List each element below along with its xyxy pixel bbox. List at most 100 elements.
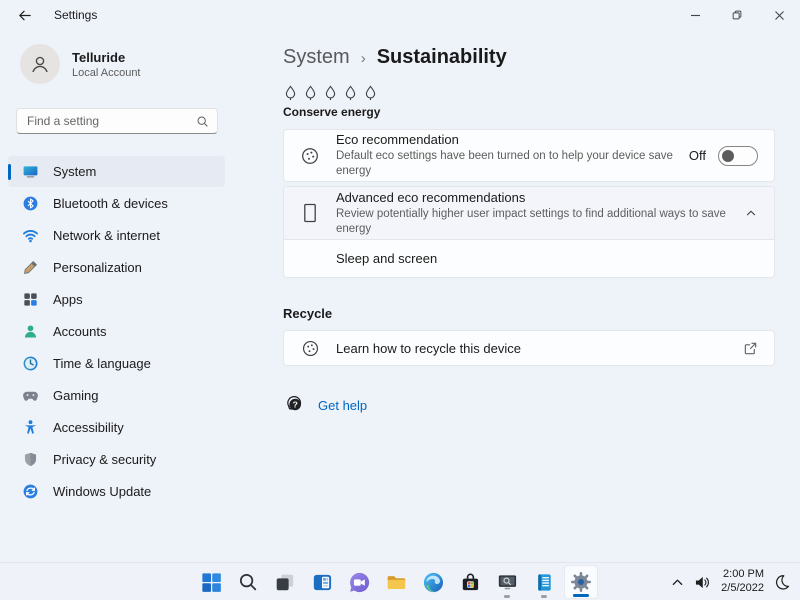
start-icon	[201, 572, 221, 592]
chevron-up-icon[interactable]	[744, 206, 758, 220]
sidebar-item-label: Accessibility	[53, 420, 124, 435]
edge-button[interactable]	[416, 565, 450, 599]
leaf-icon	[365, 85, 376, 101]
recycle-header: Recycle	[283, 306, 333, 321]
widgets-button[interactable]	[305, 565, 339, 599]
sidebar-item-network-internet[interactable]: Network & internet	[8, 220, 225, 251]
app-notes-button[interactable]	[527, 565, 561, 599]
get-help-icon: ?	[287, 396, 302, 411]
page-title: Sustainability	[376, 46, 507, 68]
system-icon	[22, 163, 39, 180]
leaf-icon	[345, 85, 356, 101]
volume-button[interactable]	[694, 575, 711, 590]
back-button[interactable]	[4, 0, 44, 30]
sidebar-item-label: Bluetooth & devices	[53, 196, 168, 211]
clock-icon	[22, 355, 39, 372]
sidebar: Telluride Local Account System Bluetooth…	[0, 30, 270, 562]
sidebar-item-label: Accounts	[53, 324, 107, 339]
paintbrush-icon	[22, 259, 39, 276]
update-arrows-icon	[22, 483, 39, 500]
eco-recommendation-card[interactable]: Eco recommendation Default eco settings …	[283, 129, 775, 182]
settings-taskbar-button[interactable]	[563, 565, 598, 599]
eco-recommendation-toggle[interactable]	[718, 145, 758, 166]
edge-icon	[423, 572, 443, 592]
advanced-eco-title: Advanced eco recommendations	[336, 189, 526, 205]
svg-text:?: ?	[293, 399, 298, 409]
restore-icon	[732, 10, 742, 20]
notifications-button[interactable]	[774, 574, 790, 590]
store-button[interactable]	[453, 565, 487, 599]
task-view-button[interactable]	[268, 565, 302, 599]
window-title: Settings	[54, 8, 98, 22]
eco-leaves-decoration	[283, 85, 775, 101]
leaf-icon	[305, 85, 316, 101]
bluetooth-icon	[22, 195, 39, 212]
taskbar-search-icon	[239, 573, 257, 591]
get-help-link[interactable]: ? Get help	[286, 396, 775, 414]
file-explorer-icon	[387, 575, 405, 589]
tray-date: 2/5/2022	[721, 582, 764, 594]
sidebar-item-privacy-security[interactable]: Privacy & security	[8, 444, 225, 475]
search-input[interactable]	[27, 114, 196, 128]
sidebar-item-system[interactable]: System	[8, 156, 225, 187]
sidebar-item-accounts[interactable]: Accounts	[8, 316, 225, 347]
toggle-state-label: Off	[688, 148, 706, 163]
chat-button[interactable]	[342, 565, 376, 599]
recycle-link-label: Learn how to recycle this device	[336, 340, 521, 356]
recycle-link-card[interactable]: Learn how to recycle this device	[283, 330, 775, 366]
close-button[interactable]	[758, 0, 800, 30]
conserve-energy-header: Conserve energy	[283, 105, 381, 119]
sidebar-item-apps[interactable]: Apps	[8, 284, 225, 315]
active-app-indicator	[572, 594, 589, 597]
do-not-disturb-moon-icon	[775, 575, 790, 590]
leaf-icon	[325, 85, 336, 101]
sidebar-item-personalization[interactable]: Personalization	[8, 252, 225, 283]
sidebar-item-accessibility[interactable]: Accessibility	[8, 412, 225, 443]
sidebar-item-windows-update[interactable]: Windows Update	[8, 476, 225, 507]
shield-icon	[22, 451, 39, 468]
sidebar-item-bluetooth-devices[interactable]: Bluetooth & devices	[8, 188, 225, 219]
chat-icon	[349, 572, 369, 592]
user-name: Telluride	[72, 49, 126, 65]
task-view-icon	[276, 574, 294, 591]
device-screen-icon	[300, 203, 320, 223]
file-explorer-button[interactable]	[379, 565, 413, 599]
breadcrumb-separator: ›	[360, 50, 366, 67]
search-icon	[197, 116, 208, 127]
search-box[interactable]	[16, 108, 218, 134]
sidebar-item-label: Apps	[53, 292, 83, 307]
settings-nav: System Bluetooth & devices Network & int…	[8, 156, 225, 507]
sidebar-item-label: System	[53, 164, 97, 179]
minimize-button[interactable]	[674, 0, 716, 30]
sleep-and-screen-label: Sleep and screen	[336, 251, 438, 266]
sidebar-item-time-language[interactable]: Time & language	[8, 348, 225, 379]
sidebar-item-label: Windows Update	[53, 484, 152, 499]
widgets-icon	[313, 574, 331, 590]
avatar	[20, 44, 60, 84]
taskbar-search-button[interactable]	[231, 565, 265, 599]
hidden-icons-button[interactable]	[671, 576, 684, 589]
start-button[interactable]	[194, 565, 228, 599]
app-monitor-icon	[498, 574, 516, 589]
sidebar-item-label: Network & internet	[53, 228, 160, 243]
settings-gear-icon	[570, 572, 591, 592]
account-card[interactable]: Telluride Local Account	[20, 44, 270, 84]
sleep-and-screen-item[interactable]: Sleep and screen	[284, 240, 774, 277]
leaf-icon	[285, 85, 296, 101]
clock[interactable]: 2:00 PM 2/5/2022	[721, 568, 764, 596]
recycle-leaf-icon	[300, 339, 320, 358]
restore-button[interactable]	[716, 0, 758, 30]
eco-recommendation-title: Eco recommendation	[336, 132, 459, 148]
advanced-eco-header[interactable]: Advanced eco recommendations Review pote…	[284, 187, 774, 240]
speaker-icon	[696, 576, 710, 588]
close-icon	[774, 10, 784, 20]
minimize-icon	[690, 14, 700, 16]
wifi-icon	[22, 227, 39, 244]
taskbar: 2:00 PM 2/5/2022	[0, 562, 800, 600]
breadcrumb-system[interactable]: System	[283, 46, 350, 69]
app-notes-icon	[537, 573, 551, 591]
app-monitor-button[interactable]	[490, 565, 524, 599]
sidebar-item-label: Privacy & security	[53, 452, 157, 467]
sidebar-item-gaming[interactable]: Gaming	[8, 380, 225, 411]
toggle-knob	[722, 149, 734, 162]
